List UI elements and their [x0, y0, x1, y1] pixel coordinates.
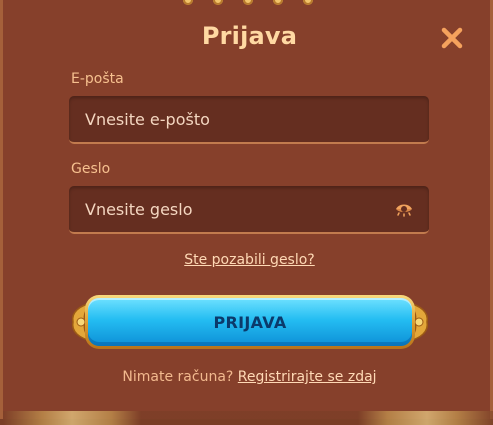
password-field-container	[69, 186, 429, 234]
bottom-ornament	[3, 411, 493, 425]
top-ornament	[183, 0, 313, 5]
close-button[interactable]	[438, 24, 466, 52]
email-field[interactable]	[69, 96, 429, 142]
dialog-title: Prijava	[201, 22, 298, 50]
login-button-frame: PRIJAVA	[69, 293, 431, 353]
password-label: Geslo	[71, 161, 111, 177]
ornament-dot	[213, 0, 223, 5]
login-button-label: PRIJAVA	[88, 298, 412, 346]
forgot-password-link[interactable]: Ste pozabili geslo?	[184, 252, 315, 268]
eye-icon	[396, 204, 412, 217]
close-icon	[441, 27, 463, 49]
ornament-dot	[303, 0, 313, 5]
register-link[interactable]: Registrirajte se zdaj	[238, 369, 377, 385]
ornament-dot	[183, 0, 193, 5]
email-label: E-pošta	[71, 71, 124, 87]
login-dialog: Prijava E-pošta Geslo Ste pozabili geslo…	[0, 0, 493, 425]
register-prompt: Nimate računa?	[122, 369, 238, 385]
login-button[interactable]: PRIJAVA	[85, 295, 415, 349]
password-field[interactable]	[69, 186, 429, 232]
register-row: Nimate računa? Registrirajte se zdaj	[3, 369, 493, 385]
email-field-container	[69, 96, 429, 144]
ornament-dot	[243, 0, 253, 5]
ornament-dot	[273, 0, 283, 5]
show-password-button[interactable]	[395, 201, 413, 217]
forgot-password-row: Ste pozabili geslo?	[3, 252, 493, 268]
